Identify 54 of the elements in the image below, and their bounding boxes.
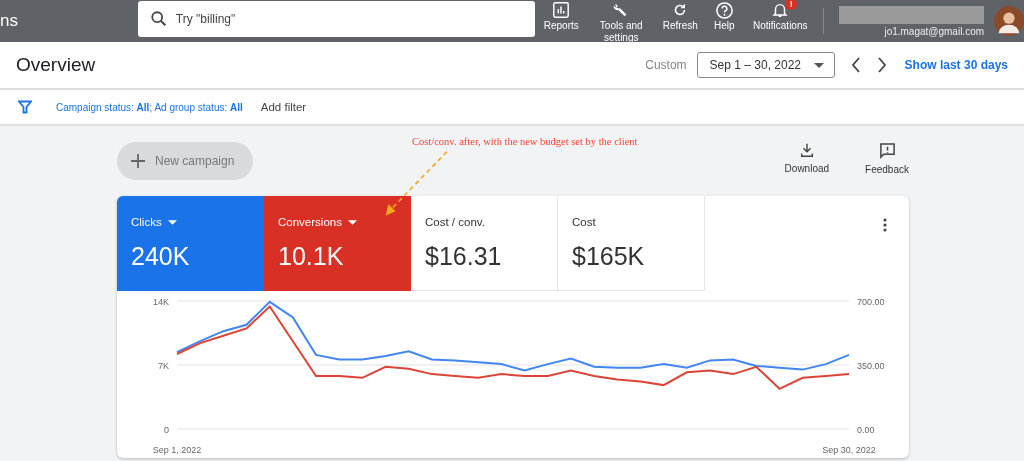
more-icon[interactable] [883,218,887,232]
metric-value: $165K [572,242,646,271]
axis-label: 7K [158,361,169,371]
avatar-icon[interactable] [994,6,1024,36]
axis-label: 0 [164,425,169,435]
axis-label: 14K [153,297,169,307]
axis-label: Sep 1, 2022 [152,445,202,455]
download-icon [798,142,815,158]
metric-label: Cost [572,216,597,228]
plus-icon [131,154,145,168]
metric-scorecard[interactable]: Cost / conv. $16.31 [411,196,558,291]
show-last-link[interactable]: Show last 30 days [904,58,1008,72]
metric-label: Clicks [131,216,249,228]
help-icon [714,0,734,20]
annotation-text: Cost/conv. after, with the new budget set by the client [412,136,638,147]
metric-scorecard[interactable]: Cost $165K [558,196,705,291]
date-range-dropdown[interactable]: Sep 1 – 30, 2022 [696,52,835,78]
previous-icon[interactable] [850,57,861,73]
dropdown-caret-icon [167,219,177,225]
app-title: ns [0,11,19,31]
toolbar-button[interactable]: Tools and settings [585,0,658,44]
search-icon [149,10,168,28]
feedback-icon [878,142,896,159]
bar-chart-icon [552,1,571,19]
axis-label: 700.00 [857,297,885,307]
metric-value: 240K [131,242,191,271]
metric-label: Cost / conv. [425,216,486,228]
dropdown-caret-icon [347,219,357,225]
axis-label: Sep 30, 2022 [822,445,876,455]
toolbar-button[interactable]: Help [703,0,746,32]
notification-badge: ! [785,0,798,10]
metric-scorecard[interactable]: Conversions 10.1K [264,196,411,291]
account-email: jo1.magat@gmail.com [884,25,985,37]
filter-status-link[interactable]: Campaign status: All; Ad group status: All [56,101,243,113]
page-title: Overview [16,54,97,76]
metric-label: Conversions [278,216,396,228]
axis-label: 350.00 [857,361,885,371]
metric-scorecard[interactable]: Clicks 240K [117,196,264,291]
toolbar-button[interactable]: Reports [537,0,586,32]
bell-icon [771,1,790,19]
axis-label: 0.00 [857,425,875,435]
toolbar-button[interactable]: Feedback [865,142,909,175]
toolbar-button[interactable]: Refresh [657,0,704,32]
toolbar-button[interactable]: Download [784,142,830,174]
new-campaign-button[interactable]: New campaign [117,142,253,180]
filter-icon[interactable] [18,100,32,114]
search-field[interactable]: Try "billing" [137,1,536,37]
toolbar-button[interactable]: ! Notifications [745,0,816,32]
range-label: Custom [645,58,687,72]
metric-value: $16.31 [425,242,503,271]
next-icon[interactable] [876,57,887,73]
add-filter-button[interactable]: Add filter [260,101,307,113]
dropdown-caret-icon [813,62,824,68]
metric-value: 10.1K [278,242,345,271]
